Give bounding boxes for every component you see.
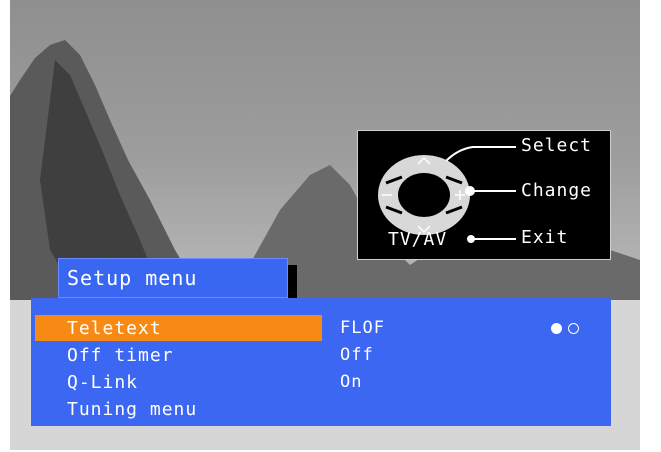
- option-dot-filled-icon: [551, 323, 562, 334]
- tvav-label: TV/AV: [388, 229, 448, 250]
- menu-item-off-timer[interactable]: Off timer Off: [31, 342, 611, 368]
- menu-item-value[interactable]: On: [340, 372, 362, 392]
- change-label: Change: [521, 180, 593, 201]
- help-panel: Select Change Exit TV/AV: [357, 130, 611, 260]
- setup-menu-panel: Teletext FLOF Off timer Off Q-Link On Tu…: [31, 298, 611, 426]
- select-label: Select: [521, 135, 593, 156]
- option-indicator: [551, 319, 585, 338]
- exit-label: Exit: [521, 227, 569, 248]
- menu-item-tuning-menu[interactable]: Tuning menu: [31, 396, 611, 422]
- menu-title-box: Setup menu: [58, 258, 288, 298]
- menu-item-label: Tuning menu: [67, 399, 198, 420]
- option-dot-empty-icon: [568, 323, 579, 334]
- menu-item-label: Teletext: [67, 318, 162, 339]
- menu-item-value[interactable]: FLOF: [340, 318, 385, 338]
- menu-item-label: Off timer: [67, 345, 174, 366]
- menu-item-value[interactable]: Off: [340, 345, 374, 365]
- menu-title: Setup menu: [67, 266, 198, 290]
- menu-item-q-link[interactable]: Q-Link On: [31, 369, 611, 395]
- menu-item-label: Q-Link: [67, 372, 139, 393]
- menu-item-teletext[interactable]: Teletext FLOF: [31, 315, 611, 341]
